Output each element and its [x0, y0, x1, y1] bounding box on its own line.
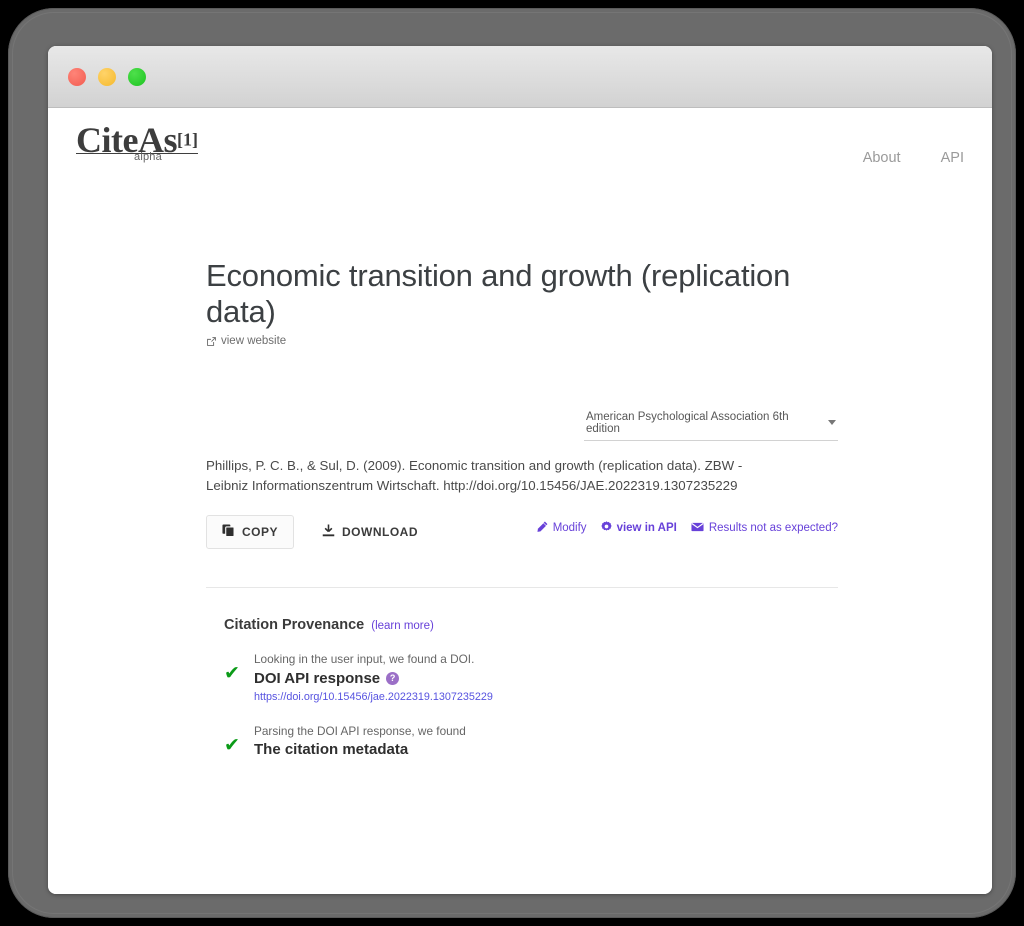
- pencil-icon: [537, 521, 548, 535]
- style-picker-row: American Psychological Association 6th e…: [206, 409, 838, 441]
- doi-api-response-link[interactable]: https://doi.org/10.15456/jae.2022319.130…: [254, 691, 493, 703]
- logo-alpha-tag: alpha: [134, 151, 162, 163]
- citation-style-select[interactable]: American Psychological Association 6th e…: [584, 409, 838, 441]
- view-website-label: view website: [221, 335, 287, 348]
- main-nav: About API: [827, 150, 964, 166]
- provenance-step-title: DOI API response ?: [254, 670, 493, 687]
- download-icon: [322, 524, 335, 540]
- main-content: Economic transition and growth (replicat…: [206, 258, 838, 758]
- logo-superscript: [1]: [176, 129, 198, 150]
- section-divider: [206, 587, 838, 588]
- citeas-logo[interactable]: CiteAs[1] alpha: [76, 122, 198, 163]
- provenance-step-title: The citation metadata: [254, 741, 466, 758]
- provenance-step: ✔ Parsing the DOI API response, we found…: [224, 722, 838, 759]
- download-button[interactable]: DOWNLOAD: [312, 516, 428, 548]
- browser-window: CiteAs[1] alpha About API Economic trans…: [48, 46, 992, 894]
- provenance-step-title-label: The citation metadata: [254, 741, 409, 759]
- window-title-bar: [48, 46, 992, 108]
- provenance-heading: Citation Provenance (learn more): [224, 617, 838, 633]
- minimize-window-button[interactable]: [98, 67, 116, 86]
- view-website-link[interactable]: view website: [206, 335, 286, 347]
- secondary-links: Modify view in API Results not as expect…: [537, 521, 838, 535]
- modify-link[interactable]: Modify: [537, 521, 587, 535]
- report-results-link-label: Results not as expected?: [708, 522, 838, 534]
- gear-icon: [600, 521, 612, 535]
- nav-item-api[interactable]: API: [941, 150, 964, 166]
- check-icon: ✔: [224, 733, 240, 756]
- chevron-down-icon: [828, 420, 836, 426]
- modify-link-label: Modify: [552, 522, 587, 534]
- learn-more-link[interactable]: (learn more): [371, 620, 434, 632]
- citation-provenance-section: Citation Provenance (learn more) ✔ Looki…: [206, 617, 838, 758]
- device-bezel: CiteAs[1] alpha About API Economic trans…: [8, 8, 1016, 918]
- provenance-step-body: Parsing the DOI API response, we found T…: [254, 722, 466, 759]
- provenance-step-title-label: DOI API response: [254, 669, 381, 687]
- citation-text: Phillips, P. C. B., & Sul, D. (2009). Ec…: [206, 457, 743, 494]
- close-window-button[interactable]: [68, 67, 86, 86]
- provenance-step: ✔ Looking in the user input, we found a …: [224, 650, 838, 705]
- view-in-api-link-label: view in API: [616, 522, 677, 534]
- provenance-step-lead: Parsing the DOI API response, we found: [254, 723, 466, 738]
- view-in-api-link[interactable]: view in API: [600, 521, 677, 535]
- site-header: CiteAs[1] alpha About API: [48, 108, 992, 194]
- download-button-label: DOWNLOAD: [342, 525, 419, 539]
- copy-button-label: COPY: [242, 525, 279, 539]
- page-body: CiteAs[1] alpha About API Economic trans…: [48, 108, 992, 894]
- citation-actions: COPY DOWNLOAD Modify view in API Results…: [206, 515, 838, 549]
- citation-style-value: American Psychological Association 6th e…: [586, 410, 789, 435]
- page-title: Economic transition and growth (replicat…: [206, 258, 791, 329]
- check-icon: ✔: [224, 662, 240, 684]
- report-results-link[interactable]: Results not as expected?: [691, 522, 838, 535]
- nav-item-about[interactable]: About: [863, 150, 901, 166]
- help-icon[interactable]: ?: [386, 671, 400, 685]
- external-link-icon: [206, 336, 217, 347]
- provenance-heading-label: Citation Provenance: [224, 617, 365, 633]
- copy-button[interactable]: COPY: [206, 515, 295, 549]
- provenance-step-lead: Looking in the user input, we found a DO…: [254, 652, 475, 666]
- zoom-window-button[interactable]: [128, 67, 146, 86]
- copy-icon: [222, 524, 235, 540]
- envelope-icon: [691, 522, 704, 535]
- provenance-step-body: Looking in the user input, we found a DO…: [254, 650, 493, 705]
